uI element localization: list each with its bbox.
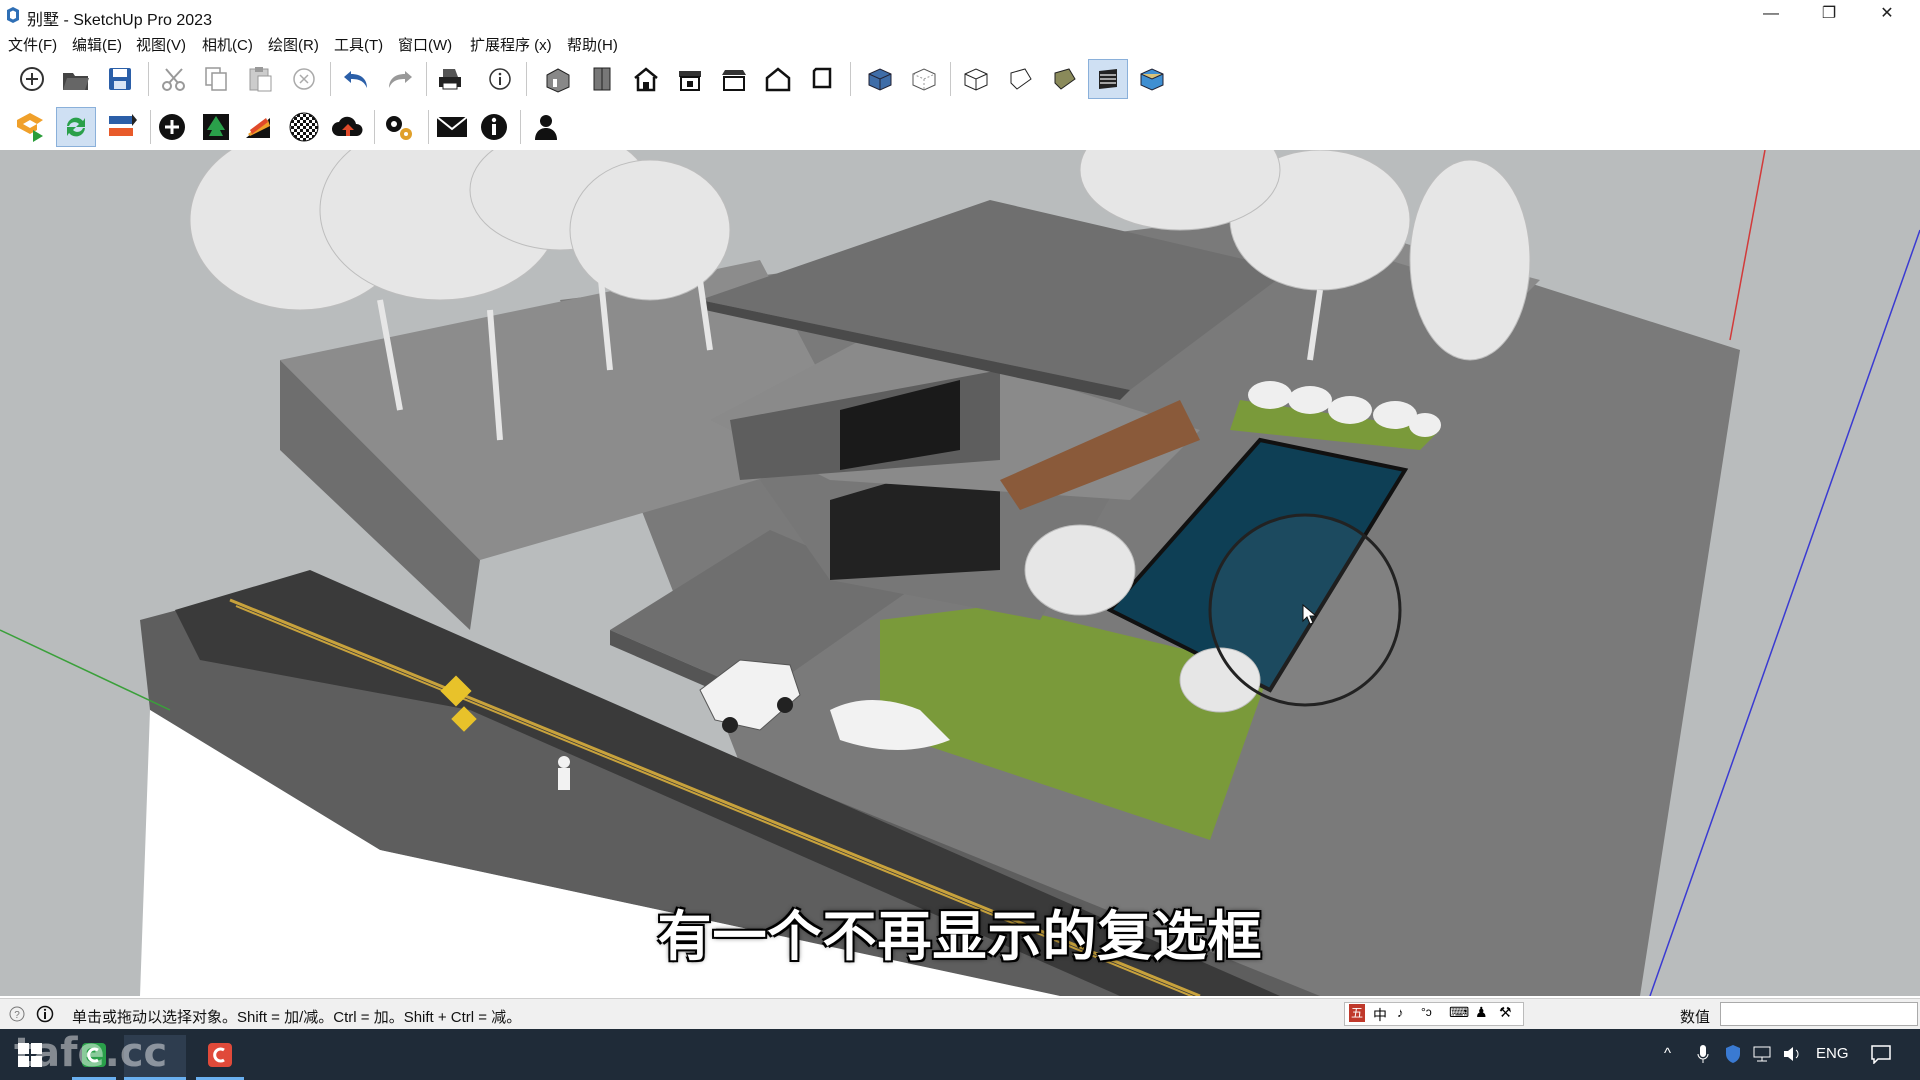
title-bar: 别墅 - SketchUp Pro 2023 — ❐ ✕	[0, 0, 1920, 30]
backedges-icon[interactable]	[904, 59, 944, 99]
shaded-textures-icon[interactable]	[1088, 59, 1128, 99]
ime-tools-icon[interactable]: ⚒	[1499, 1004, 1512, 1021]
open-icon[interactable]	[56, 59, 96, 99]
refresh-icon[interactable]	[56, 107, 96, 147]
menu-help[interactable]: 帮助(H)	[567, 34, 618, 55]
ime-keyboard-icon[interactable]: ⌨	[1449, 1004, 1469, 1021]
menu-file[interactable]: 文件(F)	[8, 34, 57, 55]
toolbar-separator	[428, 110, 429, 144]
cut-icon[interactable]	[154, 59, 194, 99]
ime-punct-icon[interactable]: °ɔ	[1421, 1005, 1432, 1019]
settings-icon[interactable]	[378, 107, 418, 147]
tray-security-icon[interactable]	[1724, 1044, 1742, 1064]
cloud-upload-icon[interactable]	[328, 107, 368, 147]
add-icon[interactable]	[152, 107, 192, 147]
recorder-icon	[208, 1043, 232, 1067]
tray-network-icon[interactable]	[1752, 1045, 1772, 1063]
restore-button[interactable]: ❐	[1800, 0, 1858, 30]
geolocation-icon[interactable]: ?	[8, 1005, 26, 1023]
toolbar-separator	[520, 110, 521, 144]
ime-moon-icon[interactable]: ♪	[1397, 1005, 1404, 1020]
info-icon[interactable]	[474, 107, 514, 147]
switch-icon[interactable]	[102, 107, 142, 147]
undo-icon[interactable]	[336, 59, 376, 99]
tray-notification-icon[interactable]	[1870, 1044, 1892, 1064]
iso-view-icon[interactable]	[538, 59, 578, 99]
menu-camera[interactable]: 相机(C)	[202, 34, 253, 55]
redo-icon[interactable]	[380, 59, 420, 99]
status-message: 单击或拖动以选择对象。Shift = 加/减。Ctrl = 加。Shift + …	[72, 1009, 522, 1026]
hidden-line-icon[interactable]	[1000, 59, 1040, 99]
menu-view[interactable]: 视图(V)	[136, 34, 186, 55]
erase-icon[interactable]	[284, 59, 324, 99]
taskbar-app-recorder[interactable]	[196, 1035, 244, 1080]
toolbar-separator	[850, 62, 851, 96]
model-info-icon[interactable]	[480, 59, 520, 99]
main-toolbar	[0, 56, 1180, 102]
measurements-input[interactable]	[1720, 1002, 1918, 1026]
measurements-label: 数值	[1680, 1009, 1711, 1026]
windows-taskbar: ^ ENG	[0, 1029, 1920, 1080]
toolbar-separator	[330, 62, 331, 96]
menu-edit[interactable]: 编辑(E)	[72, 34, 122, 55]
minimize-button[interactable]: —	[1742, 0, 1800, 30]
sketchup-logo-icon	[7, 7, 19, 23]
video-subtitle: 有一个不再显示的复选框	[657, 905, 1263, 968]
tray-volume-icon[interactable]	[1782, 1045, 1802, 1063]
slope-icon[interactable]	[240, 107, 280, 147]
pedestrian	[558, 756, 570, 790]
mail-icon[interactable]	[432, 107, 472, 147]
wireframe-icon[interactable]	[956, 59, 996, 99]
ime-mode[interactable]: 中	[1373, 1005, 1387, 1025]
left-view-icon[interactable]	[758, 59, 798, 99]
close-button[interactable]: ✕	[1858, 0, 1916, 30]
top-view-icon[interactable]	[582, 59, 622, 99]
copy-icon[interactable]	[196, 59, 236, 99]
ime-logo-icon[interactable]: 五	[1349, 1004, 1365, 1022]
ime-toolbar: 五 中 ♪ °ɔ ⌨ ♟ ⚒	[1344, 1002, 1524, 1026]
paste-icon[interactable]	[240, 59, 280, 99]
villa-scene	[0, 150, 1920, 996]
monochrome-icon[interactable]	[1132, 59, 1172, 99]
toolbar-separator	[950, 62, 951, 96]
tray-mic-icon[interactable]	[1696, 1044, 1710, 1064]
status-info-icon[interactable]	[36, 1005, 54, 1023]
tree-icon[interactable]	[196, 107, 236, 147]
new-icon[interactable]	[12, 59, 52, 99]
user-icon[interactable]	[526, 107, 566, 147]
xray-icon[interactable]	[860, 59, 900, 99]
toolbar-separator	[148, 62, 149, 96]
menu-window[interactable]: 窗口(W)	[398, 34, 452, 55]
shaded-icon[interactable]	[1044, 59, 1084, 99]
toolbar-separator	[150, 110, 151, 144]
save-icon[interactable]	[100, 59, 140, 99]
model-viewport[interactable]	[0, 150, 1920, 996]
bottom-view-icon[interactable]	[802, 59, 842, 99]
back-view-icon[interactable]	[714, 59, 754, 99]
watermark: tafe.cc	[14, 1030, 168, 1076]
menu-bar: 文件(F) 编辑(E) 视图(V) 相机(C) 绘图(R) 工具(T) 窗口(W…	[0, 30, 1920, 54]
tray-chevron-icon[interactable]: ^	[1664, 1045, 1671, 1062]
toolbar-separator	[426, 62, 427, 96]
red-axis	[1729, 150, 1766, 341]
toolbar-separator	[374, 110, 375, 144]
menu-draw[interactable]: 绘图(R)	[268, 34, 319, 55]
print-icon[interactable]	[430, 59, 470, 99]
right-view-icon[interactable]	[670, 59, 710, 99]
status-bar: ? 单击或拖动以选择对象。Shift = 加/减。Ctrl = 加。Shift …	[0, 998, 1920, 1029]
menu-extensions[interactable]: 扩展程序 (x)	[470, 34, 552, 55]
ime-user-icon[interactable]: ♟	[1475, 1004, 1488, 1021]
window-title: 别墅 - SketchUp Pro 2023	[27, 12, 212, 29]
tray-language[interactable]: ENG	[1816, 1045, 1849, 1062]
toolbar-separator	[526, 62, 527, 96]
menu-tools[interactable]: 工具(T)	[334, 34, 383, 55]
checker-icon[interactable]	[284, 107, 324, 147]
extension-logo-icon[interactable]	[10, 107, 50, 147]
svg-text:?: ?	[14, 1010, 20, 1021]
extension-toolbar	[0, 104, 572, 150]
front-view-icon[interactable]	[626, 59, 666, 99]
